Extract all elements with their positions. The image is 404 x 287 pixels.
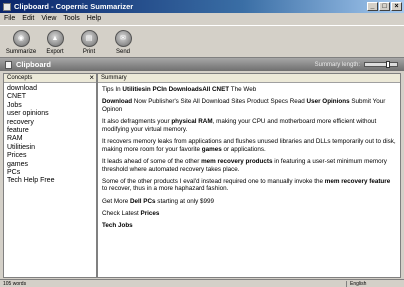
concept-item[interactable]: feature [7, 127, 96, 135]
print-button[interactable]: ▤ Print [72, 26, 106, 58]
summary-text: Tips In Utilitiesin PCIn DownloadsAll CN… [98, 83, 400, 230]
summary-text-run: It also defragments your [102, 117, 172, 125]
summary-text-run: Get More [102, 197, 130, 205]
close-button[interactable]: × [391, 2, 402, 11]
menu-bar: File Edit View Tools Help [0, 13, 404, 24]
summary-text-run: It leads ahead of some of the other [102, 157, 202, 165]
send-label: Send [115, 48, 130, 55]
concept-item[interactable]: Jobs [7, 102, 96, 110]
export-icon: ▲ [46, 29, 64, 47]
status-left: 105 words [3, 280, 27, 287]
summary-sentence: Download Now Publisher's Site All Downlo… [102, 98, 396, 114]
concepts-header-label: Concepts [7, 75, 33, 81]
menu-tools[interactable]: Tools [63, 15, 79, 22]
summary-text-run: to recover, thus in a more haphazard fas… [102, 185, 229, 193]
concepts-panel: Concepts × download CNET Jobs user opini… [3, 73, 97, 278]
close-concepts-icon[interactable]: × [89, 74, 94, 82]
app-icon [3, 2, 11, 11]
summary-keyword: games [201, 145, 222, 153]
menu-view[interactable]: View [41, 15, 56, 22]
summary-text-run: or applications. [221, 145, 266, 153]
summary-sentence: Tips In Utilitiesin PCIn DownloadsAll CN… [102, 86, 396, 94]
send-icon: ✉ [114, 29, 132, 47]
summary-keyword: Utilitiesin PCIn DownloadsAll CNET [122, 86, 230, 93]
summary-keyword: Download [102, 98, 133, 106]
summary-keyword: mem recovery feature [324, 177, 391, 185]
status-language: English [346, 280, 404, 287]
window-controls: _ □ × [367, 2, 402, 11]
clipboard-icon [5, 60, 12, 69]
title-bar: Clipboard - Copernic Summarizer _ □ × [0, 0, 404, 13]
print-icon: ▤ [80, 29, 98, 47]
clipboard-title: Clipboard [16, 60, 51, 69]
minimize-button[interactable]: _ [367, 2, 378, 11]
concept-item[interactable]: PCs [7, 169, 96, 177]
concept-item[interactable]: Utilitiesin [7, 144, 96, 152]
print-label: Print [82, 48, 96, 55]
menu-file[interactable]: File [4, 15, 15, 22]
summary-sentence: Check Latest Prices [102, 210, 396, 218]
export-button[interactable]: ▲ Export [38, 26, 72, 58]
summary-text-run: The Web [229, 86, 257, 93]
menu-edit[interactable]: Edit [22, 15, 34, 22]
summarize-button[interactable]: ◉ Summarize [4, 26, 38, 58]
summary-text-run: Check Latest [102, 209, 141, 217]
summarize-label: Summarize [5, 48, 37, 55]
summary-sentence: Get More Dell PCs starting at only $999 [102, 198, 396, 206]
concept-item[interactable]: Prices [7, 152, 96, 160]
summary-keyword: User Opinions [306, 98, 350, 106]
clipboard-bar: Clipboard Summary length: [0, 58, 404, 71]
concepts-list: download CNET Jobs user opinions recover… [4, 83, 96, 186]
summary-sentence: It also defragments your physical RAM, m… [102, 118, 396, 134]
summary-sentence: Tech Jobs [102, 222, 396, 230]
menu-help[interactable]: Help [87, 15, 101, 22]
summary-sentence: It recovers memory leaks from applicatio… [102, 138, 396, 154]
summary-keyword: Prices [140, 209, 160, 217]
summarize-icon: ◉ [12, 29, 30, 47]
summary-text-run: starting at only $999 [155, 197, 215, 205]
summary-header: Summary [98, 74, 400, 83]
export-label: Export [46, 48, 64, 55]
maximize-button[interactable]: □ [379, 2, 390, 11]
summary-text-run: Tips In [102, 86, 123, 93]
summary-text-run: Some of the other products I eval'd inst… [102, 177, 325, 185]
summary-sentence: Some of the other products I eval'd inst… [102, 178, 396, 194]
concepts-header: Concepts × [4, 74, 96, 83]
summary-length-slider[interactable] [364, 61, 398, 68]
summary-sentence: It leads ahead of some of the other mem … [102, 158, 396, 174]
slider-thumb[interactable] [386, 61, 390, 68]
summary-keyword: Dell PCs [130, 197, 156, 205]
concept-item[interactable]: user opinions [7, 110, 96, 118]
window-title: Clipboard - Copernic Summarizer [14, 2, 134, 11]
summary-text-run: Now Publisher's Site All Download Sites … [132, 98, 307, 106]
summary-keyword: mem recovery products [201, 157, 273, 165]
summary-header-label: Summary [101, 75, 127, 81]
summary-length-label: Summary length: [314, 61, 360, 68]
summary-panel: Summary Tips In Utilitiesin PCIn Downloa… [97, 73, 401, 278]
send-button[interactable]: ✉ Send [106, 26, 140, 58]
concept-item[interactable]: Tech Help Free [7, 177, 96, 185]
toolbar: ◉ Summarize ▲ Export ▤ Print ✉ Send [0, 25, 404, 58]
concept-item[interactable]: CNET [7, 93, 96, 101]
status-bar: 105 words English [0, 279, 404, 287]
concept-item[interactable]: download [7, 85, 96, 93]
concept-item[interactable]: games [7, 161, 96, 169]
concept-item[interactable]: recovery [7, 119, 96, 127]
summary-keyword: Tech Jobs [102, 221, 133, 229]
concept-item[interactable]: RAM [7, 135, 96, 143]
summary-keyword: physical RAM [171, 117, 213, 125]
